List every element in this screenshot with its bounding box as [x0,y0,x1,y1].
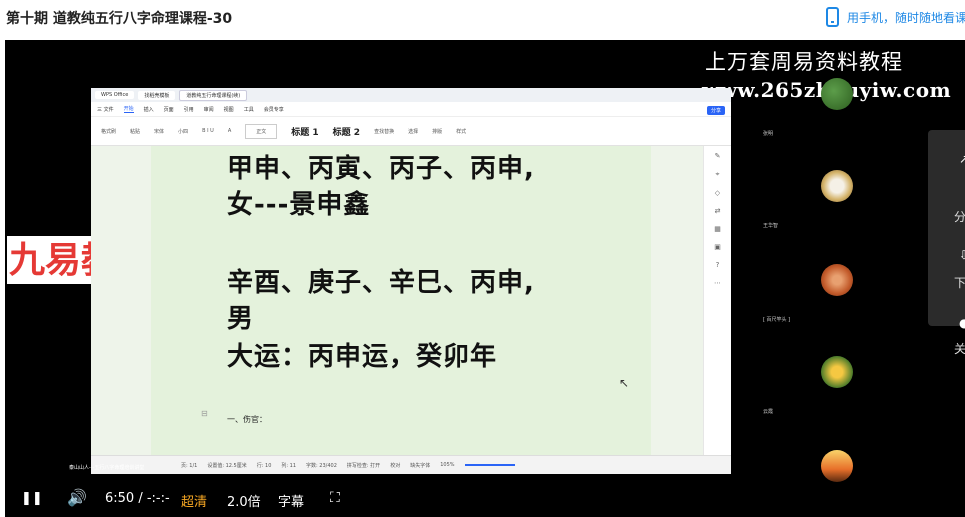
participant-avatar[interactable] [821,264,853,296]
select-icon[interactable]: ⌖ [716,170,720,179]
layout-button[interactable]: 排版 [432,128,442,135]
pen-icon[interactable]: ✎ [715,152,721,160]
menu-item[interactable]: 页面 [164,106,174,113]
status-setting: 设置值: 12.5厘米 [207,462,247,469]
style-heading-1[interactable]: 标题 1 [291,125,318,138]
menu-item[interactable]: 三 文件 [97,106,114,113]
side-item-download[interactable]: 下 [954,274,965,291]
mobile-link-text: 用手机，随时随地看课 [847,10,965,25]
fullscreen-icon[interactable]: ⛶ [330,490,340,506]
phone-icon [826,7,839,27]
course-header: 第十期 道教纯五行八字命理课程-30 用手机，随时随地看课 [0,0,965,38]
table-icon[interactable]: ▦ [714,225,721,233]
player-controls: ❚❚ 🔊 6:50 / -:-:- 超清 2.0倍 字幕 ⛶ [5,482,965,517]
quality-button[interactable]: 超清 [181,491,207,510]
wps-status-bar: 页: 1/1 设置值: 12.5厘米 行: 10 列: 11 字数: 23/40… [91,455,731,474]
translate-icon[interactable]: ⇄ [715,207,721,215]
style-normal[interactable]: 正文 [245,123,278,139]
image-icon[interactable]: ▣ [714,243,721,251]
speed-button[interactable]: 2.0倍 [227,491,261,510]
font-family-select[interactable]: 宋体 [154,128,164,135]
doc-line: 大运：丙申运，癸卯年 [227,342,498,372]
shape-icon[interactable]: ◇ [715,189,720,197]
play-pause-button[interactable]: ❚❚ [21,491,43,506]
share-icon[interactable]: ↗ [959,152,965,166]
format-painter-button[interactable]: 格式刷 [101,128,116,135]
participant-label: 王华智 [763,223,779,229]
wps-tab-document[interactable]: 道教纯五行命理课程(续) [179,89,248,101]
playback-time: 6:50 / -:-:- [105,491,170,506]
status-page: 页: 1/1 [181,462,198,469]
participant-label: 云霞 [763,409,774,415]
status-spellcheck[interactable]: 拼写检查: 打开 [347,462,380,469]
mobile-watch-link[interactable]: 用手机，随时随地看课 [826,7,965,27]
menu-item[interactable]: 工具 [244,106,254,113]
doc-line: 辛酉、庚子、辛巳、丙申, [227,268,535,298]
course-title: 第十期 道教纯五行八字命理课程-30 [6,11,233,27]
participant-avatar[interactable] [821,356,853,388]
participant-label: 张明 [763,131,774,137]
menu-item[interactable]: 审阅 [204,106,214,113]
zoom-level: 105% [440,462,455,468]
subtitle-button[interactable]: 字幕 [278,491,304,510]
status-row: 行: 10 [256,462,272,469]
text-style-buttons[interactable]: B I U [202,128,214,134]
status-missing-font[interactable]: 缺失字体 [410,462,430,469]
taskbar-label: 泰山山人---五行八字命理培训讲堂 [69,465,145,471]
doc-line: 女---景申鑫 [227,190,371,220]
menu-item[interactable]: 引用 [184,106,194,113]
more-icon[interactable]: ⋯ [714,279,721,287]
style-heading-2[interactable]: 标题 2 [333,125,360,138]
styles-button[interactable]: 样式 [456,128,466,135]
status-proofread[interactable]: 校对 [390,462,400,469]
watermark-title: 上万套周易资料教程 [705,50,903,74]
share-button[interactable]: 分享 [706,106,725,115]
participant-label: [ 百尺竿头 ] [763,317,791,323]
font-color-button[interactable]: A [228,128,231,134]
help-icon[interactable]: ? [716,261,720,269]
mouse-cursor-icon: ↖ [619,376,630,390]
download-icon[interactable]: ⇩ [959,248,965,262]
doc-line: 甲申、丙寅、丙子、丙申, [227,154,535,184]
paragraph-mark-icon: ⊟ [201,409,208,418]
select-button[interactable]: 选择 [408,128,418,135]
zoom-slider[interactable] [464,464,515,466]
volume-icon[interactable]: 🔊 [67,488,87,507]
side-item-lights[interactable]: 关 [954,340,965,357]
wps-tab[interactable]: WPS Office [95,91,135,99]
wps-window: WPS Office 找稻壳模板 道教纯五行命理课程(续) 三 文件 开始 插入… [91,88,731,474]
wps-tab-bar: WPS Office 找稻壳模板 道教纯五行命理课程(续) [91,88,731,102]
wps-menu-bar: 三 文件 开始 插入 页面 引用 审阅 视图 工具 会员专享 [91,102,731,117]
font-size-select[interactable]: 小四 [178,128,188,135]
right-toolbar: ✎ ⌖ ◇ ⇄ ▦ ▣ ? ⋯ [703,146,731,455]
status-col: 列: 11 [281,462,297,469]
wps-ribbon: 格式刷 粘贴 宋体 小四 B I U A 正文 标题 1 标题 2 查找替换 选… [91,117,731,146]
doc-small-line: 一、伤官： [227,415,267,424]
menu-item[interactable]: 插入 [144,106,154,113]
participant-avatar[interactable] [821,78,853,110]
status-words: 字数: 23/402 [306,462,337,469]
document-area[interactable]: 甲申、丙寅、丙子、丙申, 女---景申鑫 辛酉、庚子、辛巳、丙申, 男 大运：丙… [91,146,703,455]
light-icon[interactable]: ● [959,316,965,330]
menu-item[interactable]: 会员专享 [264,106,284,113]
side-action-panel: ↗ 分 ⇩ 下 ● 关 [928,130,965,356]
video-player[interactable]: 上万套周易资料教程 www.265zhouyiw.com 九易教程 WPS Of… [5,40,965,517]
paste-button[interactable]: 粘贴 [130,128,140,135]
document-page[interactable] [151,146,651,455]
wps-tab[interactable]: 找稻壳模板 [138,90,176,100]
side-item-share[interactable]: 分 [954,208,965,225]
find-replace-button[interactable]: 查找替换 [374,128,394,135]
menu-item-home[interactable]: 开始 [123,105,134,113]
participant-avatar[interactable] [821,450,853,482]
doc-line: 男 [227,304,255,334]
menu-item[interactable]: 视图 [224,106,234,113]
participant-avatar[interactable] [821,170,853,202]
